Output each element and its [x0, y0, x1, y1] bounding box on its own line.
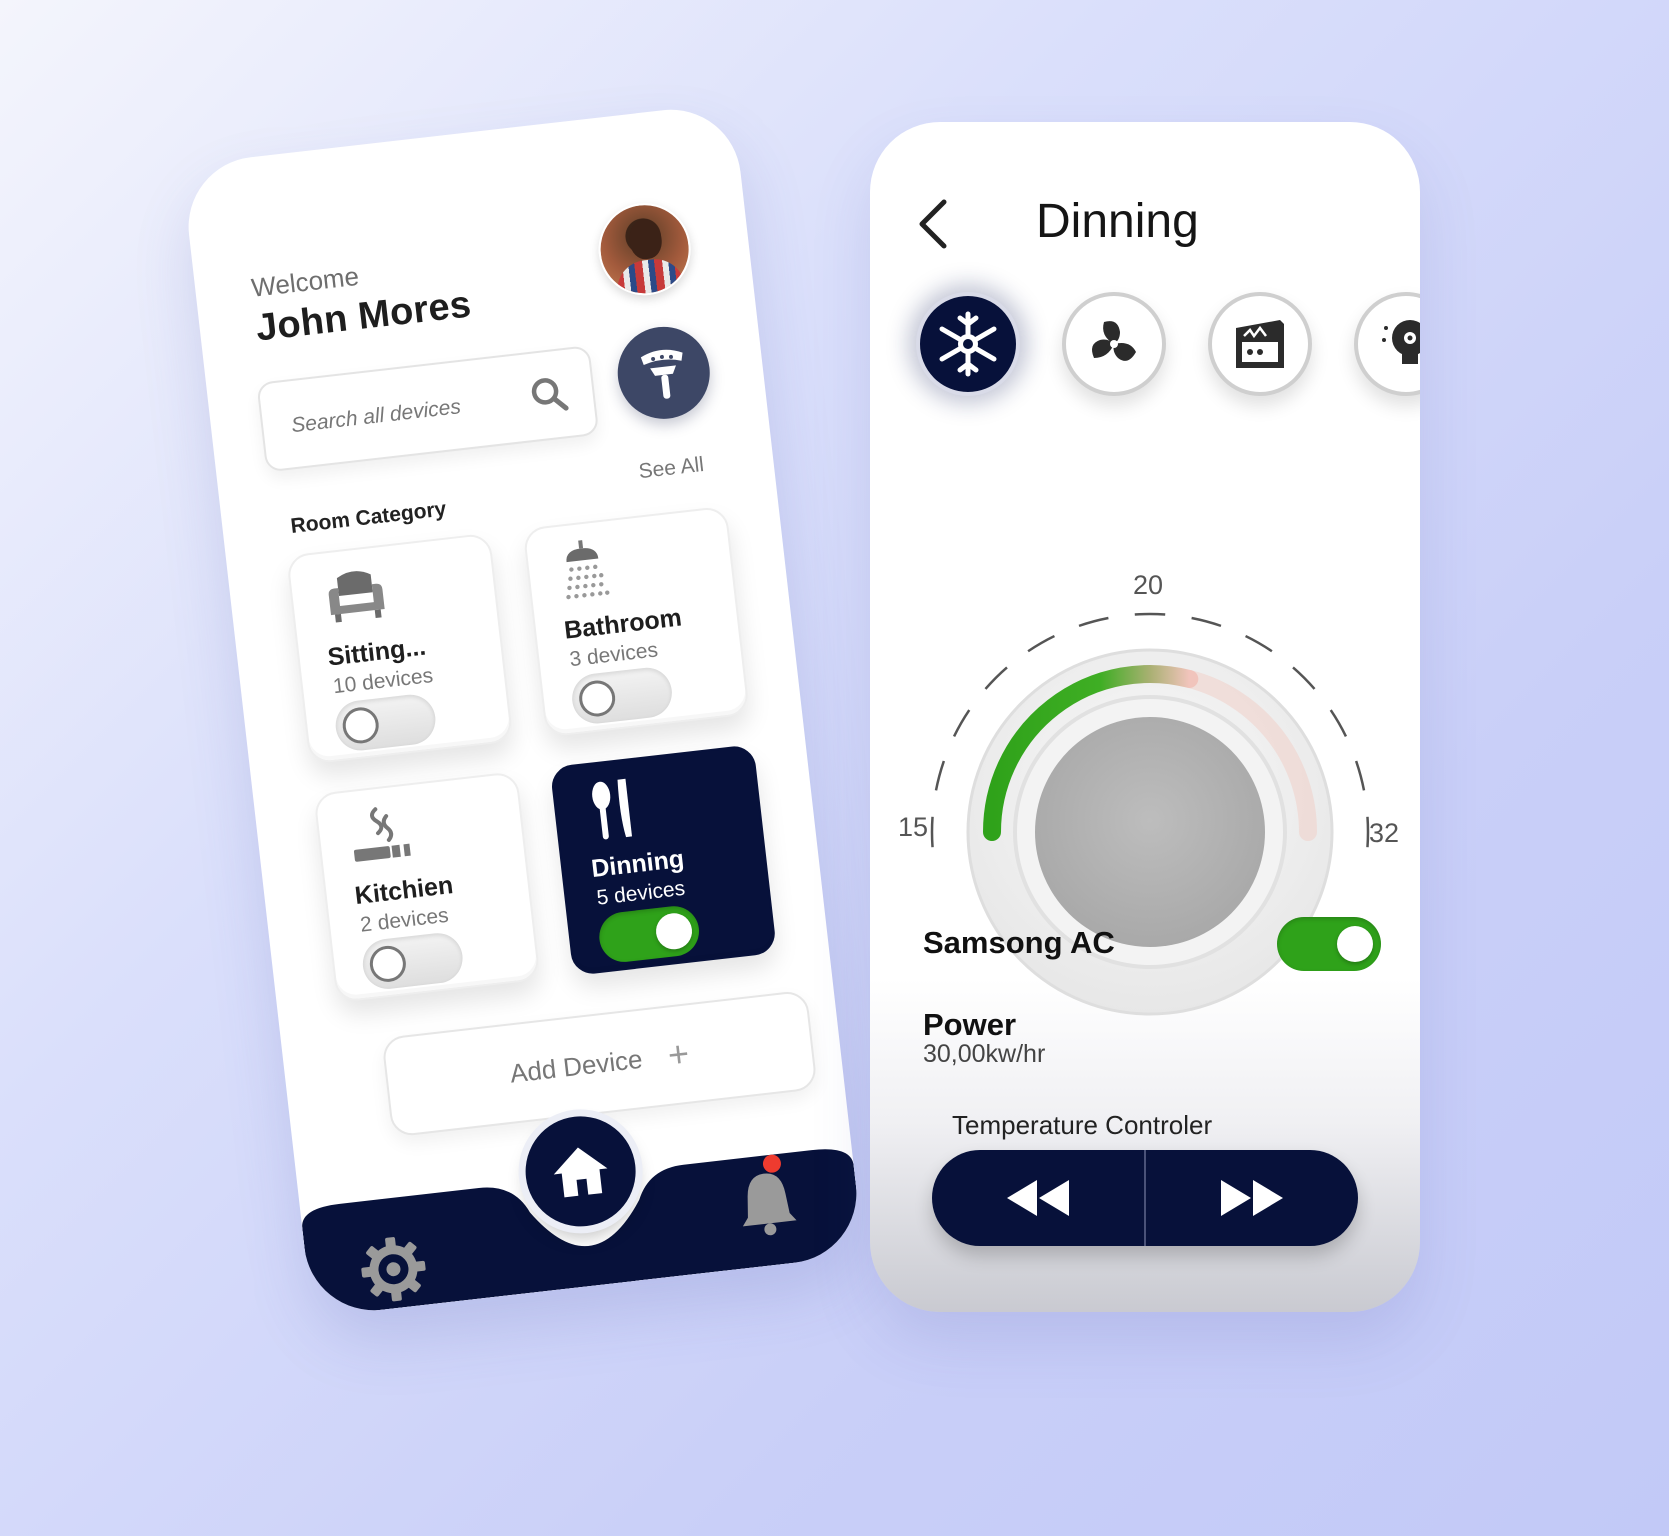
- oven-icon: [1236, 320, 1284, 368]
- rewind-icon: [1007, 1180, 1069, 1216]
- dial-max-label: 32: [1369, 818, 1399, 848]
- plus-icon: +: [665, 1032, 692, 1076]
- dial-mid-label: 20: [1133, 570, 1163, 600]
- stove-icon: [353, 807, 411, 862]
- temperature-down-button[interactable]: [932, 1150, 1144, 1246]
- room-detail-screen: Dinning 15 20 32 Samsong AC Power 30,00k…: [870, 122, 1420, 1312]
- home-icon: [553, 1147, 608, 1198]
- device-button-fan[interactable]: [1062, 292, 1166, 396]
- ac-power-toggle[interactable]: [1277, 917, 1381, 971]
- room-toggle[interactable]: [569, 665, 675, 727]
- room-card-kitchien[interactable]: Kitchien 2 devices: [313, 771, 541, 1003]
- toggle-knob: [340, 705, 381, 746]
- dial-tick: [1078, 616, 1109, 628]
- dial-tick: [984, 666, 1008, 690]
- avatar-face: [627, 217, 664, 261]
- room-card-dinning[interactable]: Dinning 5 devices: [549, 744, 778, 976]
- avatar-shirt: [614, 256, 687, 301]
- fan-icon: [1092, 321, 1136, 361]
- fast-forward-icon: [1221, 1180, 1283, 1216]
- smart-bulb-icon: [1382, 320, 1420, 364]
- room-toggle[interactable]: [360, 930, 466, 992]
- dial-tick: [934, 760, 946, 791]
- snowflake-icon: [939, 311, 997, 377]
- toggle-knob: [654, 911, 694, 952]
- armchair-icon: [328, 571, 385, 623]
- power-value: 30,00kw/hr: [923, 1040, 1046, 1068]
- dial-tick: [1134, 612, 1166, 616]
- power-label: Power: [923, 1007, 1017, 1042]
- dial-tick: [1329, 709, 1348, 737]
- room-name: Bathroom: [562, 603, 684, 645]
- temperature-controller-label: Temperature Controler: [952, 1110, 1213, 1140]
- device-button-bulb[interactable]: [1354, 292, 1420, 396]
- magic-wand-button[interactable]: [612, 321, 715, 424]
- temperature-controller: [932, 1150, 1358, 1246]
- temperature-up-button[interactable]: [1146, 1150, 1358, 1246]
- back-arrow-icon[interactable]: [910, 194, 962, 254]
- add-device-button[interactable]: Add Device +: [381, 989, 818, 1138]
- dial-tick: [1027, 634, 1055, 653]
- dial-tick: [1292, 666, 1316, 690]
- dial-tick: [1354, 760, 1366, 791]
- device-button-oven[interactable]: [1208, 292, 1312, 396]
- add-device-label: Add Device: [508, 1043, 644, 1089]
- room-card-bathroom[interactable]: Bathroom 3 devices: [522, 505, 750, 738]
- search-placeholder: Search all devices: [290, 395, 462, 438]
- magic-wand-icon: [640, 349, 683, 399]
- dial-tick: [1191, 616, 1222, 628]
- toggle-knob: [577, 678, 618, 719]
- toggle-knob: [367, 943, 408, 984]
- dial-tick: [1366, 816, 1370, 848]
- toggle-knob: [1337, 926, 1373, 962]
- dial-tick: [1245, 634, 1273, 653]
- dial-knob: [1035, 717, 1265, 947]
- device-name: Samsong AC: [923, 925, 1115, 960]
- room-category-heading: Room Category: [289, 497, 448, 538]
- dial-tick: [952, 709, 971, 737]
- shower-icon: [566, 540, 610, 600]
- bell-icon[interactable]: [729, 1164, 806, 1241]
- room-toggle[interactable]: [596, 903, 702, 965]
- avatar[interactable]: [593, 198, 696, 301]
- gear-icon[interactable]: [354, 1229, 434, 1309]
- dial-tick: [930, 816, 934, 848]
- dial-min-label: 15: [898, 812, 928, 842]
- cutlery-icon: [592, 778, 633, 840]
- room-toggle[interactable]: [333, 692, 439, 754]
- device-button-ac[interactable]: [916, 292, 1020, 396]
- room-title: Dinning: [1036, 195, 1199, 248]
- search-input[interactable]: Search all devices: [256, 345, 600, 473]
- see-all-link[interactable]: See All: [637, 453, 705, 484]
- room-card-sitting[interactable]: Sitting... 10 devices: [286, 532, 514, 765]
- home-screen: Welcome John Mores Search all devices Ro…: [181, 102, 864, 1318]
- search-icon[interactable]: [526, 372, 572, 418]
